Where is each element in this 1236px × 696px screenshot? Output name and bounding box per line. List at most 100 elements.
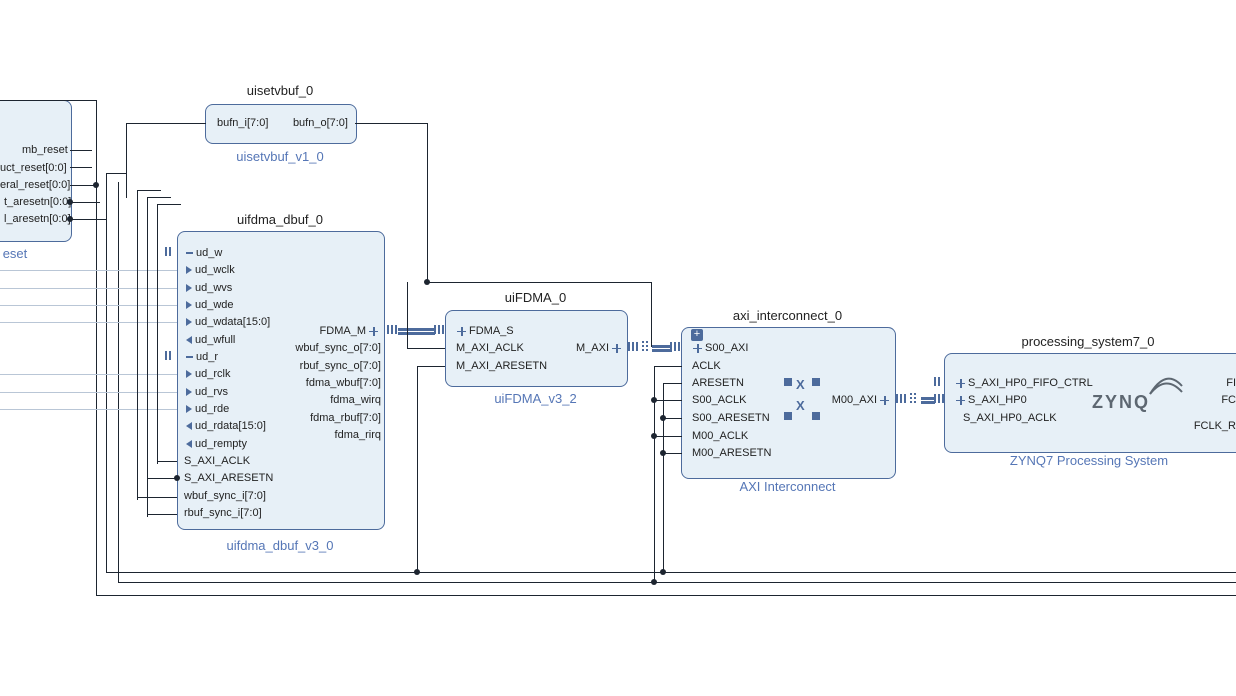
wire: [96, 595, 1236, 596]
port-ud-rde: ud_rde: [186, 403, 229, 415]
port-m00-aclk: M00_ACLK: [692, 430, 748, 442]
port-s-axi-aclk: S_AXI_ACLK: [184, 455, 250, 467]
bus-wire: [398, 332, 435, 335]
wire: [147, 514, 177, 515]
wire: [0, 374, 177, 375]
wire: [407, 348, 445, 349]
wire: [663, 383, 664, 573]
port-maxi: M_AXI: [576, 342, 624, 354]
zynq-logo: ZYNQ: [1092, 392, 1150, 413]
port-ud-wclk: ud_wclk: [186, 264, 235, 276]
port-ud-rvs: ud_rvs: [186, 386, 228, 398]
wire: [157, 461, 177, 462]
port-s-axi-aresetn: S_AXI_ARESETN: [184, 472, 273, 484]
wire: [157, 204, 181, 205]
port-wbuf-sync-i: wbuf_sync_i[7:0]: [184, 490, 266, 502]
wire: [157, 204, 158, 464]
port-fdma-rirq: fdma_rirq: [335, 429, 381, 441]
wire: [137, 190, 138, 500]
uifdma-subtitle: uiFDMA_v3_2: [443, 391, 628, 406]
wire: [417, 366, 445, 367]
wire: [96, 100, 97, 595]
port-fdma-m: FDMA_M: [320, 325, 381, 337]
wire: [417, 366, 418, 573]
port-ud-r: ud_r: [186, 351, 218, 363]
wire: [118, 182, 119, 582]
wire: [0, 392, 177, 393]
wire: [126, 123, 127, 198]
port-t-aresetn: t_aresetn[0:0]: [4, 196, 71, 208]
zynq-swoosh-icon: [1148, 374, 1184, 396]
wire: [70, 219, 106, 220]
port-ud-rclk: ud_rclk: [186, 368, 230, 380]
uifdma-dbuf-subtitle: uifdma_dbuf_v3_0: [175, 538, 385, 553]
wire: [0, 288, 177, 289]
port-ps7-r1: FI: [1226, 377, 1236, 389]
bus-wire: [652, 345, 672, 348]
port-bufn-i: bufn_i[7:0]: [217, 117, 268, 129]
wire: [407, 282, 408, 349]
bus-wire: [921, 397, 935, 400]
wire: [106, 173, 107, 573]
net-junction: [67, 216, 73, 222]
wire: [0, 100, 97, 101]
reset-subtitle: eset: [0, 246, 40, 261]
port-rbuf-sync-o: rbuf_sync_o[7:0]: [300, 360, 381, 372]
uisetvbuf-title: uisetvbuf_0: [200, 83, 360, 98]
uisetvbuf-subtitle: uisetvbuf_v1_0: [200, 149, 360, 164]
wire: [355, 123, 428, 124]
port-maxi-aclk: M_AXI_ACLK: [456, 342, 524, 354]
bus-wire: [652, 349, 672, 352]
port-s00-aresetn: S00_ARESETN: [692, 412, 770, 424]
expand-button[interactable]: +: [691, 329, 703, 341]
port-aclk: ACLK: [692, 360, 721, 372]
port-saxi-hp0: S_AXI_HP0: [953, 394, 1027, 406]
wire: [70, 167, 92, 168]
wire: [427, 282, 652, 283]
uifdma-title: uiFDMA_0: [443, 290, 628, 305]
port-fdma-rbuf: fdma_rbuf[7:0]: [310, 412, 381, 424]
net-junction: [414, 569, 420, 575]
wire: [147, 478, 177, 479]
net-junction: [660, 450, 666, 456]
net-junction: [651, 433, 657, 439]
wire: [118, 582, 1236, 583]
net-junction: [67, 199, 73, 205]
port-bufn-o: bufn_o[7:0]: [288, 117, 348, 129]
port-ud-w: ud_w: [186, 247, 222, 259]
net-junction: [651, 397, 657, 403]
port-wbuf-sync-o: wbuf_sync_o[7:0]: [295, 342, 381, 354]
port-ud-wde: ud_wde: [186, 299, 234, 311]
ps7-subtitle: ZYNQ7 Processing System: [944, 453, 1234, 468]
port-saxi-hp0-aclk: S_AXI_HP0_ACLK: [963, 412, 1057, 424]
wire: [147, 197, 148, 517]
wire: [137, 190, 161, 191]
axi-crossbar-icon: X X: [784, 378, 824, 422]
port-fdma-s: FDMA_S: [454, 325, 514, 337]
wire: [654, 400, 682, 401]
wire: [427, 123, 428, 283]
port-m00-axi: M00_AXI: [832, 394, 892, 406]
wire: [106, 173, 126, 174]
wire: [70, 150, 92, 151]
wire: [0, 305, 177, 306]
wire: [126, 123, 206, 124]
net-junction: [660, 415, 666, 421]
wire: [106, 572, 1236, 573]
wire: [654, 366, 682, 367]
wire: [654, 436, 682, 437]
ps7-title: processing_system7_0: [940, 334, 1236, 349]
axi-interconnect-title: axi_interconnect_0: [680, 308, 895, 323]
block-diagram-canvas[interactable]: mb_reset uct_reset[0:0] eral_reset[0:0] …: [0, 0, 1236, 696]
port-ud-rempty: ud_rempty: [186, 438, 247, 450]
port-eral-reset: eral_reset[0:0]: [0, 179, 70, 191]
wire: [137, 497, 177, 498]
net-junction: [660, 569, 666, 575]
port-rbuf-sync-i: rbuf_sync_i[7:0]: [184, 507, 262, 519]
port-ud-wdata: ud_wdata[15:0]: [186, 316, 270, 328]
wire: [0, 270, 177, 271]
port-ud-wvs: ud_wvs: [186, 282, 232, 294]
port-saxi-hp0-fifo: S_AXI_HP0_FIFO_CTRL: [953, 377, 1093, 389]
wire: [663, 383, 682, 384]
port-aresetn: ARESETN: [692, 377, 744, 389]
